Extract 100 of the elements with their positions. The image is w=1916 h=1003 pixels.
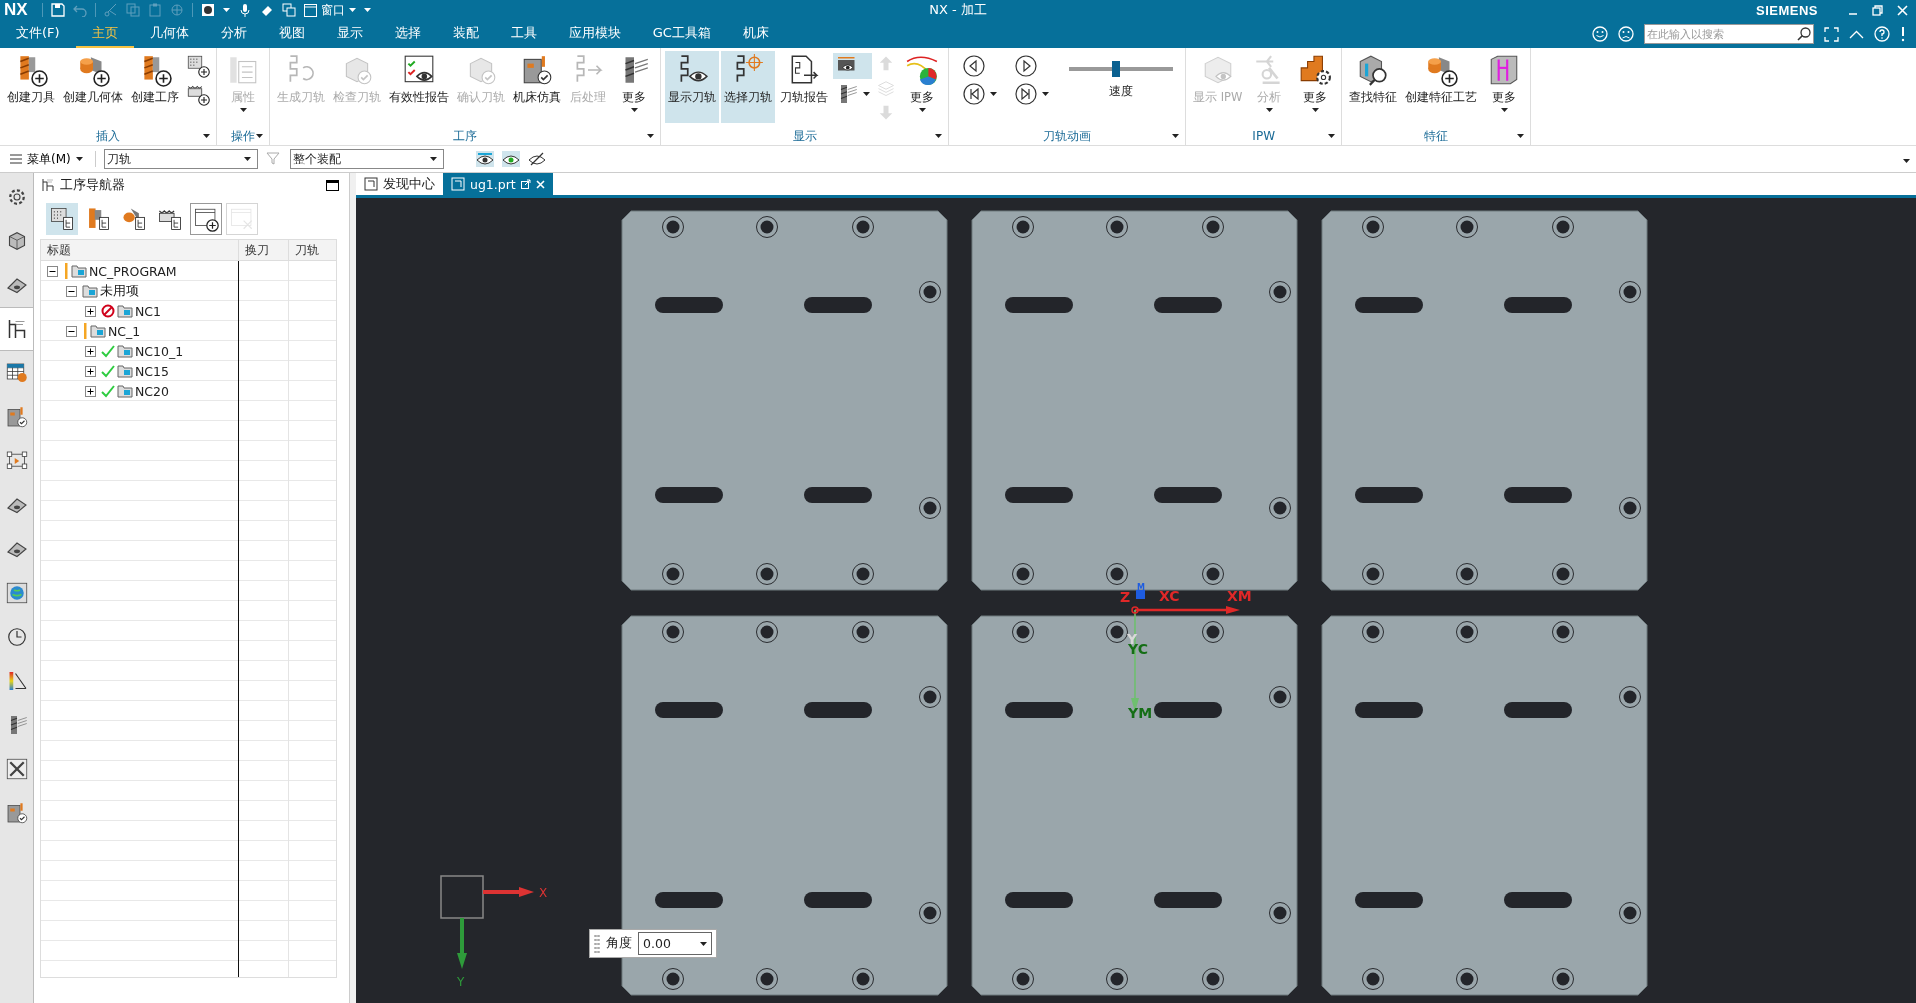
tree-item-label[interactable]: NC1 bbox=[135, 303, 162, 319]
microphone-icon[interactable] bbox=[237, 3, 252, 17]
smiley-icon[interactable] bbox=[1592, 26, 1608, 42]
ribbon-button[interactable]: 有效性报告 bbox=[386, 51, 452, 123]
group-label: 特征 bbox=[1424, 127, 1449, 145]
expand-toggle[interactable] bbox=[85, 365, 96, 377]
angle-field[interactable]: 0.00 bbox=[638, 932, 712, 955]
caret-icon bbox=[203, 134, 210, 138]
column-header[interactable]: 标题 bbox=[47, 241, 71, 259]
tree-item-label[interactable]: NC10_1 bbox=[135, 343, 184, 359]
animation-button[interactable] bbox=[1015, 83, 1049, 105]
display-icon[interactable] bbox=[200, 3, 215, 17]
save-icon[interactable] bbox=[50, 3, 65, 17]
search-icon bbox=[1796, 26, 1812, 42]
close-icon[interactable] bbox=[535, 179, 545, 189]
machine-icon bbox=[4, 801, 29, 825]
ribbon-button[interactable]: 机床仿真 bbox=[510, 51, 564, 123]
type-filter-dropdown[interactable]: 刀轨 bbox=[103, 149, 258, 169]
expand-toggle[interactable] bbox=[85, 305, 96, 317]
tree-item-label[interactable]: NC15 bbox=[135, 363, 169, 379]
eye-icon[interactable] bbox=[475, 151, 494, 167]
axis-label: XC bbox=[1159, 588, 1180, 604]
window-menu[interactable]: 窗口 bbox=[303, 1, 356, 19]
expand-toggle[interactable] bbox=[85, 385, 96, 397]
eye-icon[interactable] bbox=[501, 151, 520, 167]
menu-tab[interactable]: 选择 bbox=[378, 20, 437, 48]
ribbon-button[interactable]: 刀轨报告 bbox=[777, 51, 831, 123]
tree-item-label[interactable]: NC_1 bbox=[108, 323, 141, 339]
hide-icon[interactable] bbox=[527, 151, 546, 167]
ribbon-button[interactable]: 创建工序 bbox=[128, 51, 182, 123]
search-field[interactable]: 在此输入以搜索 bbox=[1644, 24, 1814, 44]
document-tab[interactable]: 发现中心 bbox=[356, 173, 443, 195]
folder-icon bbox=[117, 344, 133, 358]
windows-icon[interactable] bbox=[281, 3, 296, 17]
view-button[interactable] bbox=[190, 203, 222, 235]
ribbon-button[interactable]: 更多 bbox=[1293, 51, 1338, 123]
caret-icon bbox=[1903, 159, 1910, 163]
scope-dropdown[interactable]: 整个装配 bbox=[289, 149, 444, 169]
menu-tab[interactable]: 装配 bbox=[436, 20, 495, 48]
toolbar-button[interactable] bbox=[833, 53, 872, 79]
ribbon-button[interactable]: 选择刀轨 bbox=[721, 51, 775, 123]
caret-icon bbox=[1517, 134, 1525, 138]
column-header[interactable]: 换刀 bbox=[245, 241, 269, 259]
ribbon-button[interactable]: 更多 bbox=[900, 51, 944, 123]
ribbon-button[interactable]: 更多 bbox=[612, 51, 656, 123]
caret-icon bbox=[256, 134, 263, 138]
tree-item-label[interactable]: NC_PROGRAM bbox=[89, 263, 177, 279]
collapse-toggle[interactable] bbox=[66, 325, 77, 337]
animation-button[interactable] bbox=[963, 83, 997, 105]
caret-icon bbox=[1265, 108, 1273, 112]
play-icon bbox=[1015, 55, 1037, 77]
warning-mark-icon bbox=[82, 323, 88, 339]
sidebar-tab[interactable] bbox=[0, 307, 33, 351]
maximize-icon[interactable] bbox=[326, 179, 339, 191]
menu-tab[interactable]: GC工具箱 bbox=[636, 20, 727, 48]
tree-item-label[interactable]: 未用项 bbox=[100, 282, 139, 300]
frown-icon[interactable] bbox=[1618, 26, 1634, 42]
view-button[interactable] bbox=[46, 203, 78, 235]
restore-icon[interactable] bbox=[1872, 4, 1883, 16]
menu-button[interactable]: 菜单(M) bbox=[6, 150, 87, 168]
menu-tab[interactable]: 分析 bbox=[204, 20, 263, 48]
axis-label: Y bbox=[457, 975, 465, 989]
caret-icon bbox=[647, 134, 654, 138]
document-tab[interactable]: ug1.prt bbox=[443, 173, 553, 195]
alert-icon[interactable] bbox=[1900, 26, 1906, 42]
menu-tab[interactable]: 文件(F) bbox=[0, 20, 76, 48]
tree-item-label[interactable]: NC20 bbox=[135, 383, 169, 399]
expand-toggle[interactable] bbox=[85, 345, 96, 357]
collapse-toggle[interactable] bbox=[66, 285, 77, 297]
app-logo: NX bbox=[3, 0, 29, 20]
ribbon-button[interactable]: 创建几何体 bbox=[60, 51, 126, 123]
caret-icon bbox=[75, 157, 83, 161]
blocked-icon bbox=[101, 304, 115, 318]
menu-tab[interactable]: 机床 bbox=[726, 20, 785, 48]
table-icon bbox=[4, 361, 29, 385]
menu-tab[interactable]: 几何体 bbox=[133, 20, 205, 48]
collapse-toggle[interactable] bbox=[47, 265, 58, 277]
axis-label: Z bbox=[1120, 589, 1131, 605]
fullscreen-icon[interactable] bbox=[1824, 26, 1839, 42]
menu-tab[interactable]: 视图 bbox=[262, 20, 321, 48]
axis-label: M bbox=[1137, 583, 1145, 592]
ribbon-button[interactable]: 显示刀轨 bbox=[665, 51, 719, 123]
caret-icon bbox=[222, 8, 230, 12]
ribbon-button[interactable]: 创建刀具 bbox=[4, 51, 58, 123]
menu-tab[interactable]: 应用模块 bbox=[552, 20, 637, 48]
check-icon bbox=[101, 344, 115, 358]
popout-icon[interactable] bbox=[520, 179, 531, 189]
ribbon-button[interactable]: 创建特征工艺 bbox=[1402, 51, 1481, 123]
ribbon-button[interactable]: 查找特征 bbox=[1346, 51, 1401, 123]
folder-icon bbox=[117, 364, 133, 378]
column-header[interactable]: 刀轨 bbox=[295, 241, 319, 259]
caret-icon bbox=[1042, 92, 1049, 96]
caret-icon bbox=[863, 92, 870, 96]
ribbon-button[interactable]: 更多 bbox=[1482, 51, 1527, 123]
close-icon[interactable] bbox=[1897, 4, 1908, 16]
menu-tab[interactable]: 显示 bbox=[320, 20, 379, 48]
slider-thumb[interactable] bbox=[1112, 61, 1121, 77]
menu-tab[interactable]: 工具 bbox=[494, 20, 553, 48]
folder-icon bbox=[90, 324, 106, 338]
help-icon[interactable] bbox=[1874, 26, 1890, 42]
